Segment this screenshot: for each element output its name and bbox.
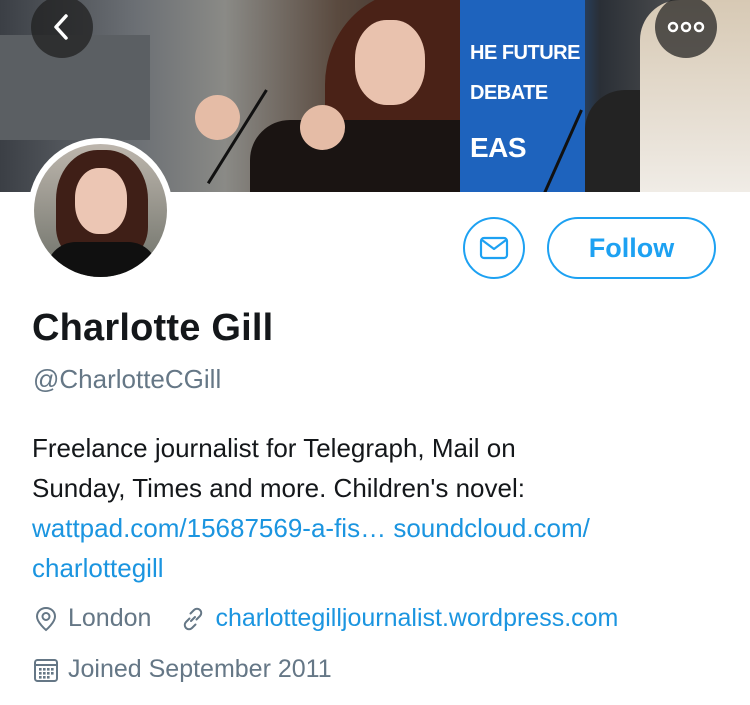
ellipsis-icon	[667, 21, 705, 33]
location-item: London	[32, 604, 151, 633]
profile-handle: @CharlotteCGill	[33, 364, 222, 394]
banner-person-face	[355, 20, 425, 105]
message-button[interactable]	[463, 217, 525, 279]
follow-button[interactable]: Follow	[547, 217, 716, 279]
link-icon	[184, 607, 203, 630]
bio-link-soundcloud-continued[interactable]: charlottegill	[32, 548, 732, 588]
joined-text: Joined September 2011	[68, 655, 332, 683]
avatar-clothing	[46, 242, 158, 277]
profile-avatar[interactable]	[28, 138, 173, 283]
bio-link-soundcloud[interactable]: soundcloud.com/	[393, 513, 590, 543]
chevron-left-icon	[54, 14, 68, 40]
location-pin-icon	[35, 606, 57, 631]
profile-meta-row: London charlottegilljournalist.wordpress…	[32, 604, 618, 633]
profile-bio: Freelance journalist for Telegraph, Mail…	[32, 428, 732, 588]
bio-link-wattpad[interactable]: wattpad.com/15687569-a-fis…	[32, 513, 386, 543]
banner-sign-text: DEBATE	[470, 82, 548, 104]
envelope-icon	[479, 236, 509, 260]
banner-hand	[195, 95, 240, 140]
banner-hand	[300, 105, 345, 150]
banner-sign-text: HE FUTURE	[470, 42, 580, 64]
bio-text-line: Sunday, Times and more. Children's novel…	[32, 473, 525, 503]
profile-name: Charlotte Gill	[32, 307, 274, 349]
calendar-icon	[34, 658, 58, 682]
avatar-image	[34, 144, 167, 277]
joined-row: Joined September 2011	[32, 655, 332, 684]
location-text: London	[68, 604, 152, 632]
website-item[interactable]: charlottegilljournalist.wordpress.com	[179, 604, 618, 633]
avatar-face	[75, 168, 127, 234]
banner-sign-text: EAS	[470, 132, 527, 163]
bio-text-line: Freelance journalist for Telegraph, Mail…	[32, 433, 516, 463]
website-link[interactable]: charlottegilljournalist.wordpress.com	[215, 604, 618, 633]
